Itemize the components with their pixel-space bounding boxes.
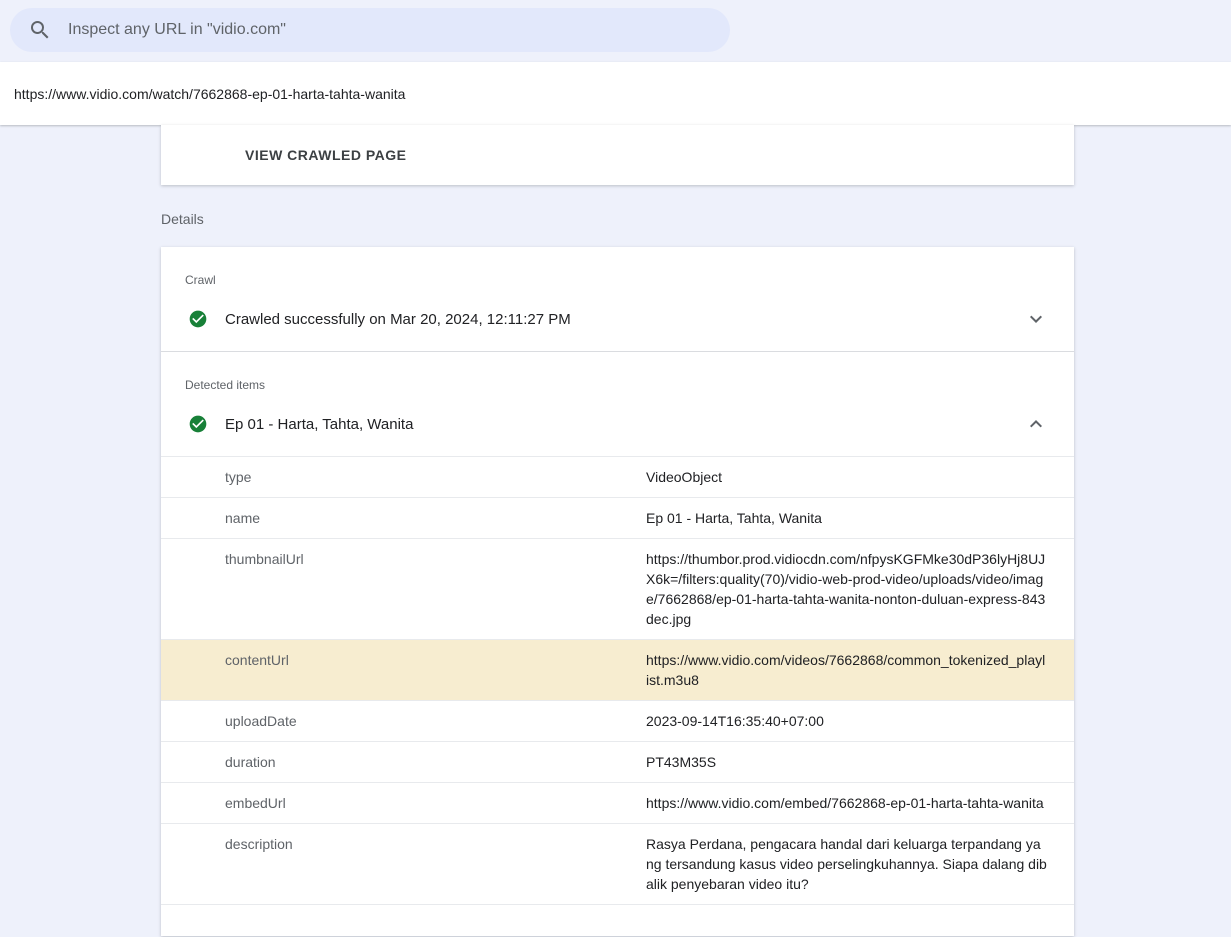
url-inspection-search-bar[interactable]: [10, 8, 730, 52]
property-key: description: [225, 834, 646, 894]
property-key: type: [225, 467, 646, 487]
property-row[interactable]: nameEp 01 - Harta, Tahta, Wanita: [161, 497, 1074, 538]
inspected-url-bar: https://www.vidio.com/watch/7662868-ep-0…: [0, 62, 1231, 125]
property-value: https://www.vidio.com/videos/7662868/com…: [646, 650, 1048, 690]
details-card: Crawl Crawled successfully on Mar 20, 20…: [161, 247, 1074, 936]
crawl-status-row[interactable]: Crawled successfully on Mar 20, 2024, 12…: [161, 287, 1074, 351]
property-row[interactable]: descriptionRasya Perdana, pengacara hand…: [161, 823, 1074, 905]
property-key: name: [225, 508, 646, 528]
property-value: VideoObject: [646, 467, 1048, 487]
chevron-up-icon[interactable]: [1024, 412, 1048, 436]
details-heading: Details: [161, 211, 1231, 227]
property-key: contentUrl: [225, 650, 646, 690]
view-crawled-page-button[interactable]: VIEW CRAWLED PAGE: [245, 147, 406, 163]
property-row[interactable]: embedUrlhttps://www.vidio.com/embed/7662…: [161, 782, 1074, 823]
crawled-page-card: VIEW CRAWLED PAGE: [161, 125, 1074, 185]
crawl-status-text: Crawled successfully on Mar 20, 2024, 12…: [225, 311, 571, 328]
detected-items-section-label: Detected items: [161, 352, 1074, 392]
property-row[interactable]: durationPT43M35S: [161, 741, 1074, 782]
property-value: Ep 01 - Harta, Tahta, Wanita: [646, 508, 1048, 528]
property-key: uploadDate: [225, 711, 646, 731]
property-value: Rasya Perdana, pengacara handal dari kel…: [646, 834, 1048, 894]
top-bar: [0, 0, 1231, 52]
detected-item-header-row[interactable]: Ep 01 - Harta, Tahta, Wanita: [161, 392, 1074, 456]
property-row[interactable]: typeVideoObject: [161, 457, 1074, 497]
success-check-icon: [188, 309, 208, 329]
crawl-section-label: Crawl: [161, 247, 1074, 287]
search-input[interactable]: [66, 20, 712, 40]
property-row[interactable]: uploadDate2023-09-14T16:35:40+07:00: [161, 700, 1074, 741]
property-row[interactable]: thumbnailUrlhttps://thumbor.prod.vidiocd…: [161, 538, 1074, 639]
property-value: https://thumbor.prod.vidiocdn.com/nfpysK…: [646, 549, 1048, 629]
property-value: 2023-09-14T16:35:40+07:00: [646, 711, 1048, 731]
property-value: https://www.vidio.com/embed/7662868-ep-0…: [646, 793, 1048, 813]
property-key: thumbnailUrl: [225, 549, 646, 629]
detected-item-title: Ep 01 - Harta, Tahta, Wanita: [225, 416, 413, 433]
inspected-url: https://www.vidio.com/watch/7662868-ep-0…: [14, 86, 405, 102]
property-row[interactable]: contentUrlhttps://www.vidio.com/videos/7…: [161, 639, 1074, 700]
property-key: embedUrl: [225, 793, 646, 813]
properties-table: typeVideoObjectnameEp 01 - Harta, Tahta,…: [161, 456, 1074, 905]
property-value: PT43M35S: [646, 752, 1048, 772]
property-key: duration: [225, 752, 646, 772]
chevron-down-icon[interactable]: [1024, 307, 1048, 331]
success-check-icon: [188, 414, 208, 434]
search-icon: [28, 18, 52, 42]
